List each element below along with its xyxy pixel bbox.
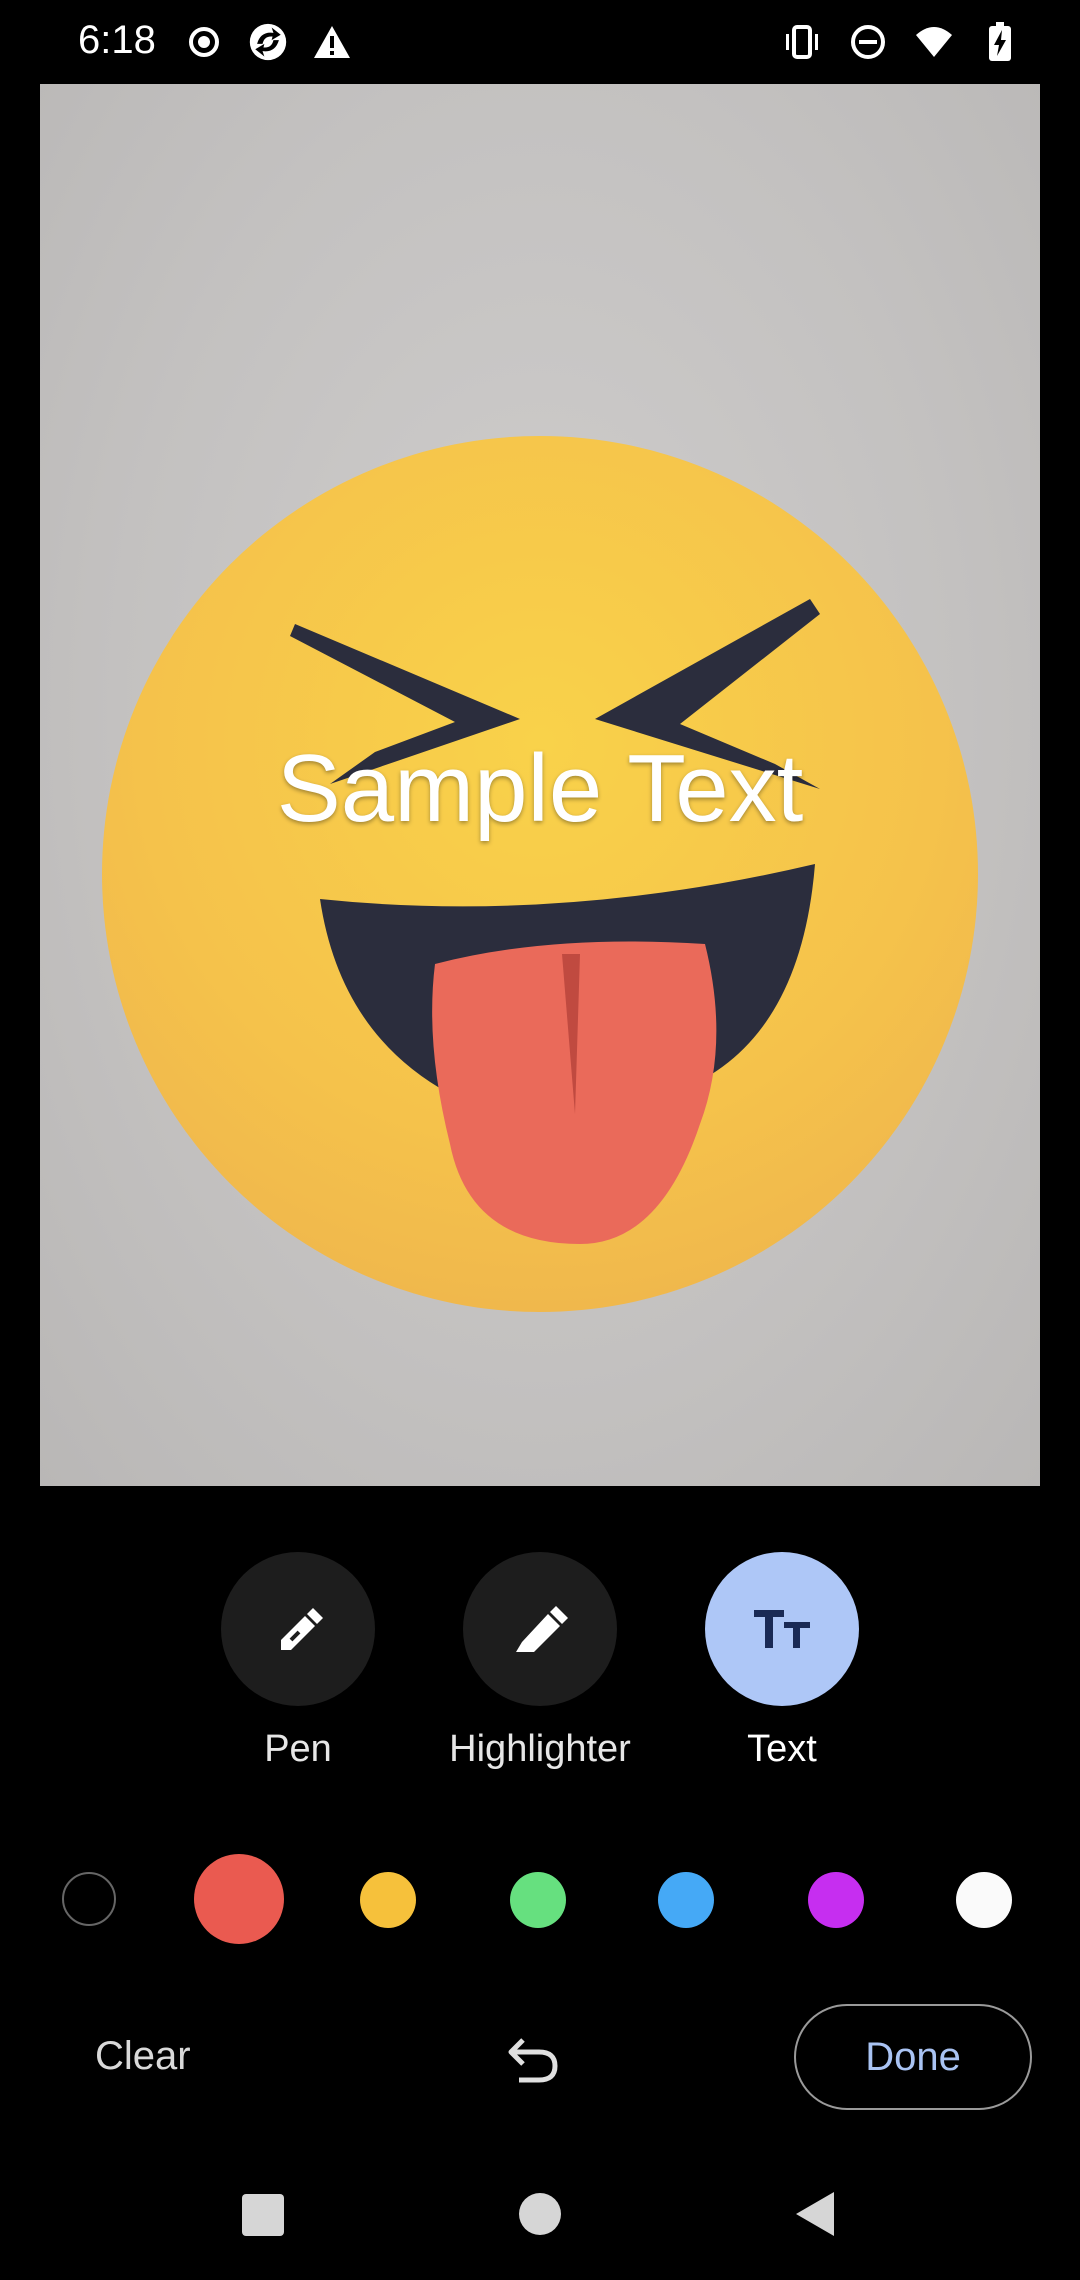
sync-app-icon [248, 20, 288, 64]
tool-label-pen: Pen [264, 1728, 332, 1770]
navigation-bar [0, 2170, 1080, 2260]
tool-label-text: Text [747, 1728, 817, 1770]
text-size-icon[interactable] [705, 1552, 859, 1706]
color-swatch-green[interactable] [510, 1872, 566, 1928]
undo-icon[interactable] [505, 2034, 565, 2084]
wifi-icon [914, 20, 954, 64]
color-swatch-white[interactable] [956, 1872, 1012, 1928]
action-bar: Clear Done [0, 2004, 1080, 2114]
vibrate-icon [782, 20, 822, 64]
warning-icon [312, 20, 352, 64]
markup-editor-screen: 6:18 Sample Text Pen Highlighter Text Cl… [0, 0, 1080, 2280]
home-circle-icon[interactable] [518, 2192, 562, 2241]
color-swatch-red[interactable] [194, 1854, 284, 1944]
overlay-text[interactable]: Sample Text [40, 734, 1040, 844]
highlighter-icon[interactable] [463, 1552, 617, 1706]
tool-text[interactable]: Text [682, 1552, 882, 1771]
status-bar: 6:18 [0, 0, 1080, 84]
tool-selector: Pen Highlighter Text [0, 1552, 1080, 1792]
done-button[interactable]: Done [794, 2004, 1032, 2110]
record-icon [184, 20, 224, 64]
recents-square-icon[interactable] [242, 2194, 284, 2241]
clear-button[interactable]: Clear [95, 2034, 191, 2079]
color-swatch-blue[interactable] [658, 1872, 714, 1928]
do-not-disturb-icon [848, 20, 888, 64]
tool-highlighter[interactable]: Highlighter [440, 1552, 640, 1771]
tool-pen[interactable]: Pen [198, 1552, 398, 1771]
markup-canvas[interactable]: Sample Text [40, 84, 1040, 1486]
pen-icon[interactable] [221, 1552, 375, 1706]
color-swatch-black[interactable] [62, 1872, 116, 1926]
battery-charging-icon [980, 20, 1020, 64]
back-triangle-icon[interactable] [794, 2190, 836, 2243]
color-palette [0, 1850, 1080, 1950]
color-swatch-yellow[interactable] [360, 1872, 416, 1928]
tool-label-highlighter: Highlighter [449, 1728, 631, 1770]
color-swatch-purple[interactable] [808, 1872, 864, 1928]
status-time: 6:18 [78, 18, 156, 62]
